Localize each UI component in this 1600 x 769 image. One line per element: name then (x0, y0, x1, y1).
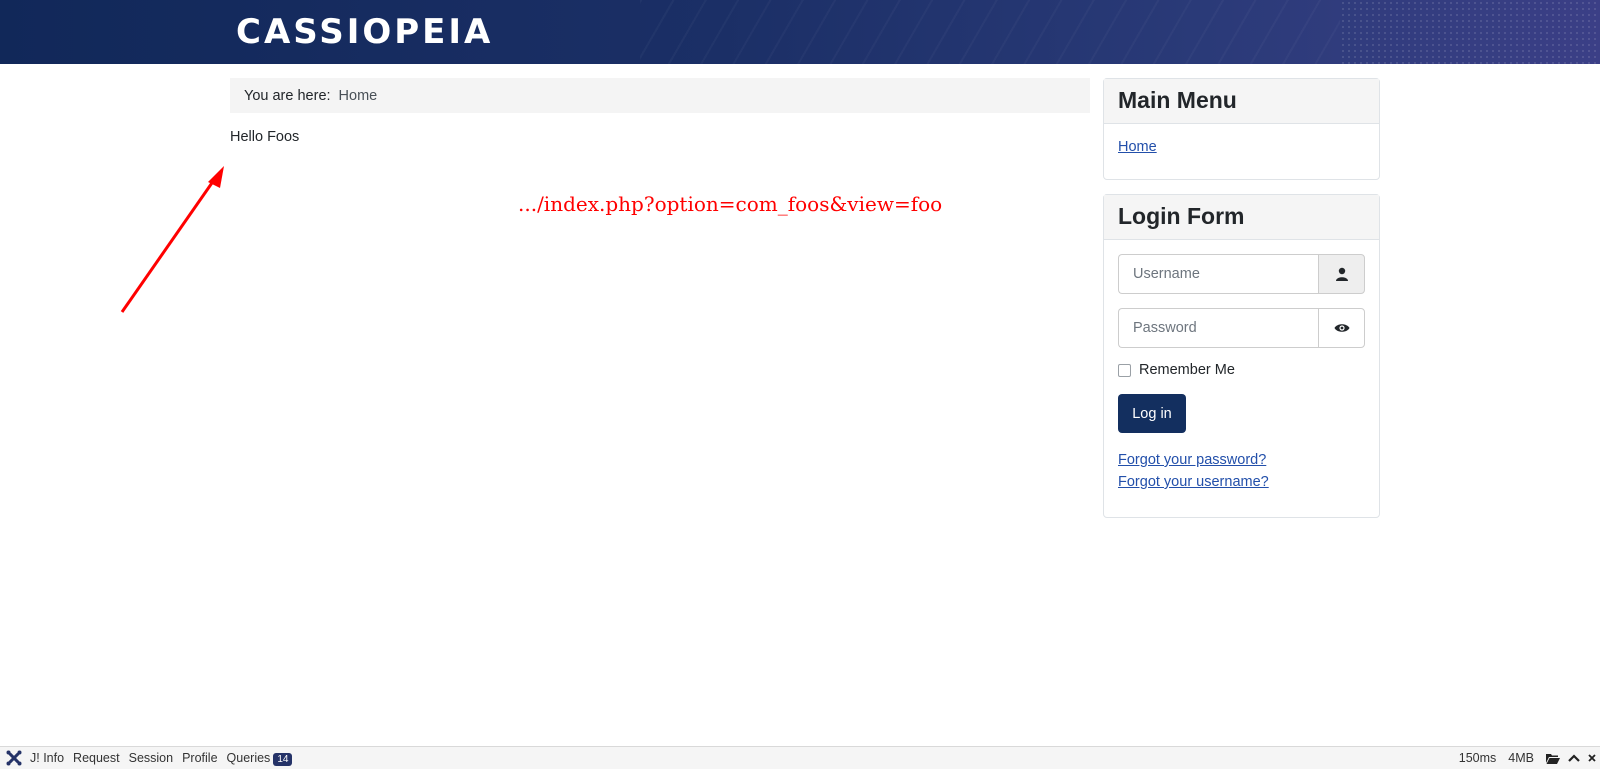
joomla-logo-icon[interactable] (4, 748, 24, 768)
username-input-group: Username (1118, 254, 1365, 294)
remember-me-row: Remember Me (1118, 362, 1365, 378)
debug-tab-info[interactable]: J! Info (30, 751, 64, 765)
annotation-arrow-icon (120, 166, 224, 313)
chevron-up-icon[interactable] (1568, 754, 1580, 762)
component-output-text: Hello Foos (230, 129, 300, 145)
show-password-eye-icon[interactable] (1318, 308, 1365, 348)
request-time: 150ms (1458, 751, 1497, 765)
debug-tab-queries-label: Queries (226, 750, 271, 765)
forgot-username-link[interactable]: Forgot your username? (1118, 474, 1269, 490)
annotation-url-text: .../index.php?option=com_foos&view=foo (518, 192, 943, 216)
breadcrumb-label: You are here: (244, 87, 331, 104)
close-icon[interactable] (1588, 753, 1596, 763)
debug-tab-queries[interactable]: Queries 14 (227, 751, 293, 766)
debug-tab-session[interactable]: Session (129, 751, 173, 765)
username-input[interactable]: Username (1118, 254, 1318, 294)
memory-usage: 4MB (1508, 751, 1534, 765)
breadcrumb-item-home: Home (338, 87, 378, 104)
user-icon (1318, 254, 1365, 294)
debug-bar: J! Info Request Session Profile Queries 1… (0, 746, 1600, 769)
debug-tab-profile[interactable]: Profile (182, 751, 217, 765)
header-decoration (640, 0, 1340, 64)
main-menu-title: Main Menu (1104, 79, 1379, 124)
header-dot-pattern (1340, 0, 1600, 64)
folder-open-icon[interactable] (1546, 753, 1560, 764)
queries-count-badge: 14 (273, 752, 293, 766)
login-form-title: Login Form (1104, 195, 1379, 240)
site-header: CASSIOPEIA (0, 0, 1600, 64)
login-button[interactable]: Log in (1118, 394, 1186, 433)
remember-me-checkbox[interactable] (1118, 363, 1131, 377)
debug-tab-request[interactable]: Request (73, 751, 120, 765)
password-input-group: Password (1118, 308, 1365, 348)
site-brand-logo[interactable]: CASSIOPEIA (236, 12, 493, 52)
forgot-password-link[interactable]: Forgot your password? (1118, 452, 1266, 468)
login-form-module: Login Form Username Password Remember Me… (1103, 194, 1380, 518)
main-menu-module: Main Menu Home (1103, 78, 1380, 180)
password-input[interactable]: Password (1118, 308, 1318, 348)
remember-me-label[interactable]: Remember Me (1139, 362, 1235, 378)
breadcrumb: You are here: Home (230, 78, 1090, 113)
menu-item-home[interactable]: Home (1118, 139, 1157, 155)
